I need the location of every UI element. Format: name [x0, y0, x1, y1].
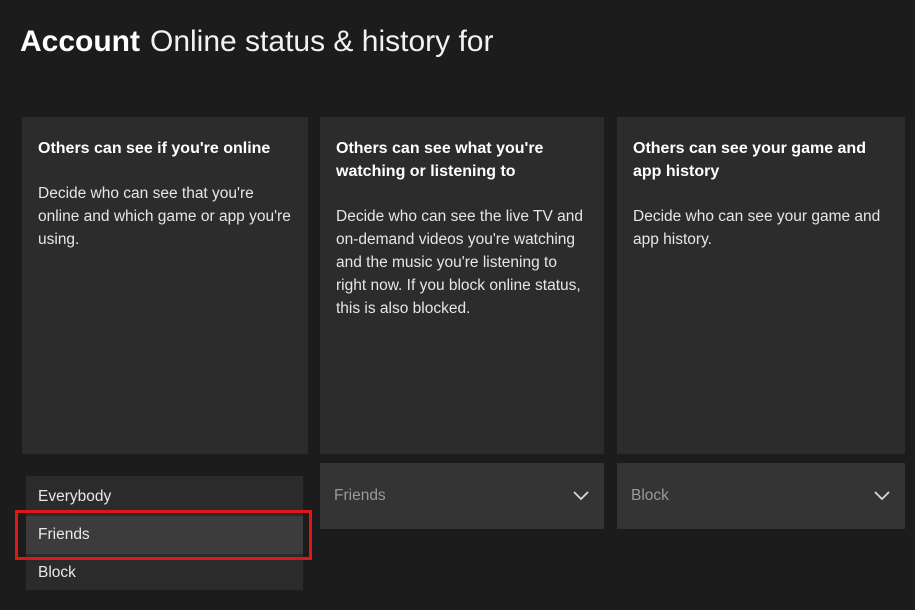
- online-status-dropdown-list: Everybody Friends Block: [26, 476, 303, 590]
- chevron-down-icon: [873, 487, 891, 505]
- privacy-settings-screen: Account Online status & history for Other…: [0, 0, 915, 610]
- watching-listening-card: Others can see what you're watching or l…: [320, 117, 604, 454]
- dropdown-value: Friends: [334, 487, 386, 504]
- option-everybody[interactable]: Everybody: [26, 478, 303, 516]
- page-header: Account Online status & history for: [20, 22, 493, 62]
- card-description: Decide who can see your game and app his…: [633, 208, 881, 248]
- card-description: Decide who can see the live TV and on-de…: [336, 208, 584, 317]
- history-dropdown[interactable]: Block: [617, 463, 905, 529]
- chevron-down-icon: [572, 487, 590, 505]
- card-title: Others can see your game and app history: [633, 140, 866, 180]
- watching-dropdown[interactable]: Friends: [320, 463, 604, 529]
- card-description: Decide who can see that you're online an…: [38, 185, 291, 248]
- online-status-card: Others can see if you're online Decide w…: [22, 117, 308, 454]
- section-title: Account: [20, 25, 140, 58]
- option-block[interactable]: Block: [26, 554, 303, 592]
- option-friends[interactable]: Friends: [26, 516, 303, 554]
- card-title: Others can see what you're watching or l…: [336, 140, 544, 180]
- page-title: Online status & history for: [150, 25, 494, 58]
- game-history-card: Others can see your game and app history…: [617, 117, 905, 454]
- card-title: Others can see if you're online: [38, 140, 271, 157]
- dropdown-value: Block: [631, 487, 669, 504]
